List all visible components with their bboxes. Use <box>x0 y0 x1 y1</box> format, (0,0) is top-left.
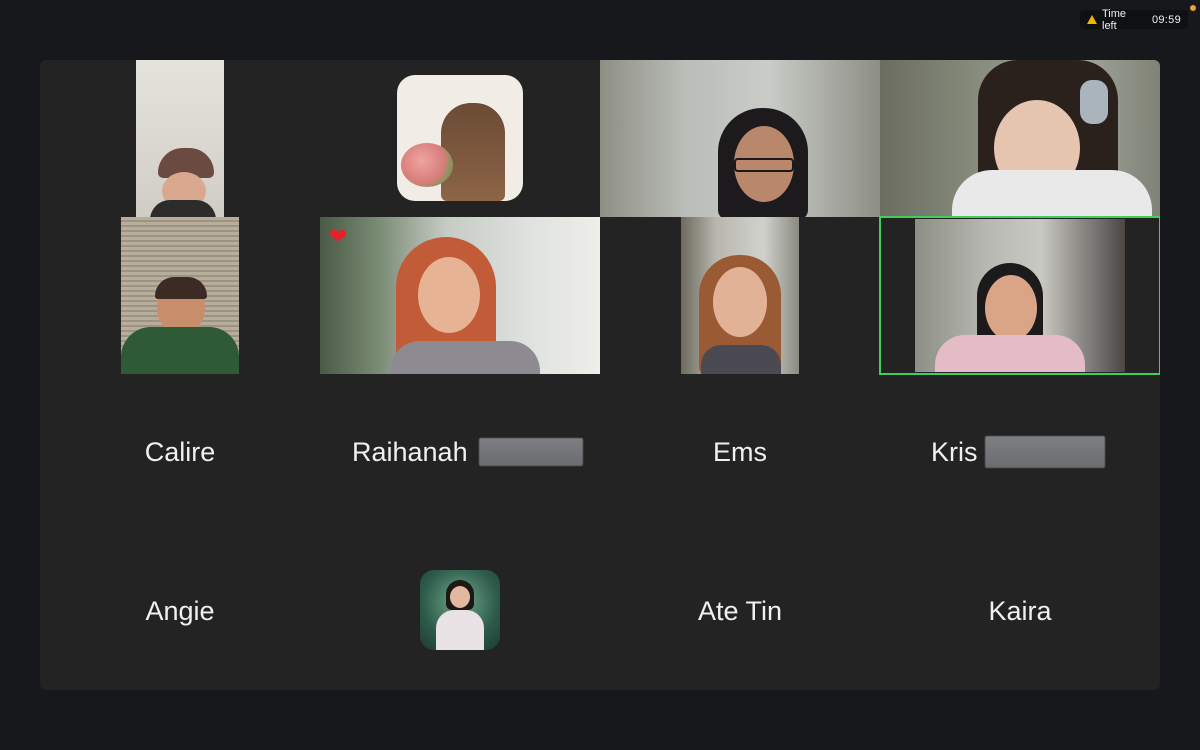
video-tile-active-speaker[interactable] <box>879 216 1160 375</box>
video-tile[interactable]: Raihanah <box>320 374 600 531</box>
warning-icon <box>1087 15 1097 24</box>
participant-name: Ems <box>713 437 767 467</box>
participant-video <box>600 60 880 217</box>
video-tile[interactable] <box>40 217 320 374</box>
participant-video <box>121 217 239 374</box>
participant-video <box>320 217 600 374</box>
participant-video <box>681 217 799 374</box>
participant-name: Calire <box>144 437 216 467</box>
participant-name: Angie <box>145 596 215 626</box>
window-status-dot <box>1190 5 1196 11</box>
redacted-surname <box>479 437 584 466</box>
participant-name-row: Raihanah <box>352 437 600 468</box>
participant-name-row: Kris <box>931 435 1160 468</box>
video-tile[interactable]: Kaira <box>880 531 1160 688</box>
participant-name: Ate Tin <box>697 596 783 626</box>
heart-icon: ❤ <box>329 224 348 249</box>
participant-video <box>136 60 224 217</box>
participant-video <box>915 219 1125 372</box>
participant-avatar <box>420 570 500 650</box>
time-left-value: 09:59 <box>1151 13 1181 26</box>
participant-name: Raihanah <box>352 437 468 467</box>
video-tile[interactable] <box>320 60 600 217</box>
time-left-label: Time left <box>1102 7 1127 32</box>
participant-name: Kaira <box>988 596 1052 626</box>
video-tile[interactable]: Ems <box>600 374 880 531</box>
participant-name: Kris <box>931 437 978 467</box>
video-tile[interactable]: Ate Tin <box>600 531 880 688</box>
video-tile[interactable]: Calire <box>40 374 320 531</box>
participant-avatar <box>397 75 523 201</box>
video-tile[interactable] <box>600 217 880 374</box>
participant-video <box>880 60 1160 217</box>
video-gallery: ❤ Calire Raihanah Ems Kris Angie Ate Tin… <box>40 60 1160 690</box>
video-tile[interactable] <box>40 60 320 217</box>
video-tile[interactable]: Kris <box>880 374 1160 531</box>
time-left-indicator: Time left 09:59 <box>1080 7 1188 32</box>
redacted-surname <box>985 435 1106 468</box>
video-tile[interactable]: Angie <box>40 531 320 688</box>
video-tile[interactable]: ❤ <box>320 217 600 374</box>
video-tile[interactable] <box>880 60 1160 217</box>
video-tile[interactable] <box>320 531 600 688</box>
video-tile[interactable] <box>600 60 880 217</box>
